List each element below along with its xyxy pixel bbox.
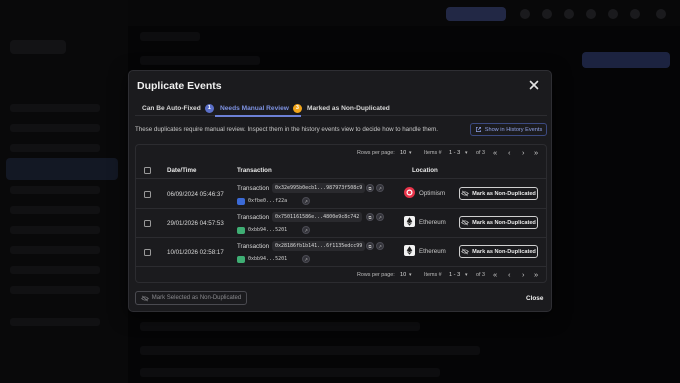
link-icon[interactable]: ↗: [376, 242, 384, 250]
column-header-location: Location: [412, 167, 438, 174]
tab-needs-manual-review[interactable]: Needs Manual Review 3: [220, 100, 302, 116]
event-datetime: 29/01/2026 04:57:53: [167, 220, 224, 227]
chain-name: Optimism: [419, 190, 446, 197]
table-row: 06/09/2024 05:46:37 Transaction 0x32e995…: [136, 180, 546, 209]
last-page-icon[interactable]: »: [534, 148, 538, 157]
eye-off-icon: [140, 295, 149, 301]
prev-page-icon[interactable]: ‹: [508, 148, 511, 157]
duplicates-table: Rows per page: 10 ▾ Items # 1 - 3 ▾ of 3…: [135, 144, 547, 283]
next-page-icon[interactable]: ›: [522, 270, 525, 279]
table-row: 10/01/2026 02:58:17 Transaction 0x28186f…: [136, 238, 546, 267]
link-icon[interactable]: ↗: [302, 197, 310, 205]
ethereum-chain-icon: [404, 245, 415, 256]
rows-per-page-label: Rows per page:: [357, 150, 395, 156]
mark-as-non-duplicated-button[interactable]: Mark as Non-Duplicated: [459, 245, 538, 258]
copy-icon[interactable]: ⧉: [366, 242, 374, 250]
mark-button-label: Mark as Non-Duplicated: [472, 190, 536, 197]
link-icon[interactable]: ↗: [302, 255, 310, 263]
link-icon[interactable]: ↗: [376, 213, 384, 221]
chain-name: Ethereum: [419, 219, 446, 226]
items-label: Items #: [424, 272, 442, 278]
optimism-chain-icon: [404, 187, 415, 198]
first-page-icon[interactable]: «: [493, 148, 497, 157]
event-datetime: 06/09/2024 05:46:37: [167, 191, 224, 198]
row-checkbox[interactable]: [144, 220, 151, 227]
rows-per-page-select[interactable]: 10: [400, 150, 406, 156]
tab-marked-as-non-duplicated[interactable]: Marked as Non-Duplicated: [307, 100, 390, 116]
prev-page-icon[interactable]: ‹: [508, 270, 511, 279]
column-header-date: Date/Time: [167, 167, 197, 174]
dialog-title: Duplicate Events: [137, 80, 222, 92]
items-range-select[interactable]: 1 - 3: [449, 272, 460, 278]
tab-can-be-auto-fixed[interactable]: Can Be Auto-Fixed 1: [142, 100, 214, 116]
active-tab-indicator: [215, 115, 301, 117]
copy-icon[interactable]: ⧉: [366, 184, 374, 192]
table-pager-bottom: Rows per page: 10 ▾ Items # 1 - 3 ▾ of 3…: [136, 268, 548, 282]
mark-selected-as-non-duplicated-button[interactable]: Mark Selected as Non-Duplicated: [135, 291, 247, 305]
mark-button-label: Mark as Non-Duplicated: [472, 248, 536, 255]
transaction-hash: 0x7501161586e...4800e9c8c742: [272, 212, 363, 222]
chevron-down-icon[interactable]: ▾: [465, 150, 468, 156]
next-page-icon[interactable]: ›: [522, 148, 525, 157]
select-all-checkbox[interactable]: [144, 167, 151, 174]
table-header: Date/Time Transaction Location: [136, 162, 546, 179]
transaction-label: Transaction: [237, 214, 270, 221]
items-range-select[interactable]: 1 - 3: [449, 150, 460, 156]
address-text: 0xfbe0...f22a: [248, 198, 288, 204]
count-badge: 1: [204, 103, 214, 113]
rows-per-page-select[interactable]: 10: [400, 272, 406, 278]
chain-name: Ethereum: [419, 248, 446, 255]
tab-label: Can Be Auto-Fixed: [142, 104, 201, 112]
address-text: 0xbb94...5201: [248, 256, 288, 262]
chevron-down-icon[interactable]: ▾: [465, 272, 468, 278]
eye-off-icon: [461, 219, 469, 226]
close-button[interactable]: Close: [526, 295, 543, 302]
transaction-hash: 0x32e995b0ecb1...987973f508c9: [272, 183, 366, 193]
duplicate-events-dialog: Duplicate Events Can Be Auto-Fixed 1 Nee…: [128, 70, 552, 312]
link-icon[interactable]: ↗: [376, 184, 384, 192]
transaction-label: Transaction: [237, 243, 270, 250]
items-label: Items #: [424, 150, 442, 156]
address-avatar-icon: [237, 227, 245, 234]
address-avatar-icon: [237, 198, 245, 205]
mark-button-label: Mark as Non-Duplicated: [472, 219, 536, 226]
items-total: of 3: [476, 272, 485, 278]
link-icon[interactable]: ↗: [302, 226, 310, 234]
table-row: 29/01/2026 04:57:53 Transaction 0x750116…: [136, 209, 546, 238]
transaction-label: Transaction: [237, 185, 270, 192]
show-in-history-events-button[interactable]: Show in History Events: [470, 123, 547, 136]
tab-label: Marked as Non-Duplicated: [307, 104, 390, 112]
eye-off-icon: [461, 190, 469, 197]
row-checkbox[interactable]: [144, 249, 151, 256]
ethereum-chain-icon: [404, 216, 415, 227]
items-total: of 3: [476, 150, 485, 156]
mark-selected-label: Mark Selected as Non-Duplicated: [151, 295, 242, 301]
eye-off-icon: [461, 248, 469, 255]
count-badge: 3: [292, 103, 302, 113]
row-checkbox[interactable]: [144, 191, 151, 198]
rows-per-page-label: Rows per page:: [357, 272, 395, 278]
address-text: 0xbb94...5201: [248, 227, 288, 233]
copy-icon[interactable]: ⧉: [366, 213, 374, 221]
close-icon[interactable]: [527, 78, 541, 92]
chevron-down-icon[interactable]: ▾: [409, 150, 412, 156]
event-datetime: 10/01/2026 02:58:17: [167, 249, 224, 256]
mark-as-non-duplicated-button[interactable]: Mark as Non-Duplicated: [459, 187, 538, 200]
table-pager-top: Rows per page: 10 ▾ Items # 1 - 3 ▾ of 3…: [136, 146, 548, 160]
show-in-history-events-label: Show in History Events: [484, 126, 543, 133]
mark-as-non-duplicated-button[interactable]: Mark as Non-Duplicated: [459, 216, 538, 229]
tab-bar: Can Be Auto-Fixed 1 Needs Manual Review …: [135, 100, 547, 117]
tab-label: Needs Manual Review: [220, 104, 289, 112]
chevron-down-icon[interactable]: ▾: [409, 272, 412, 278]
column-header-transaction: Transaction: [237, 167, 272, 174]
first-page-icon[interactable]: «: [493, 270, 497, 279]
external-link-icon: [475, 127, 481, 132]
last-page-icon[interactable]: »: [534, 270, 538, 279]
description-text: These duplicates require manual review. …: [135, 126, 439, 133]
address-avatar-icon: [237, 256, 245, 263]
transaction-hash: 0x28186fb1b141...6f1135edcc99: [272, 241, 366, 251]
